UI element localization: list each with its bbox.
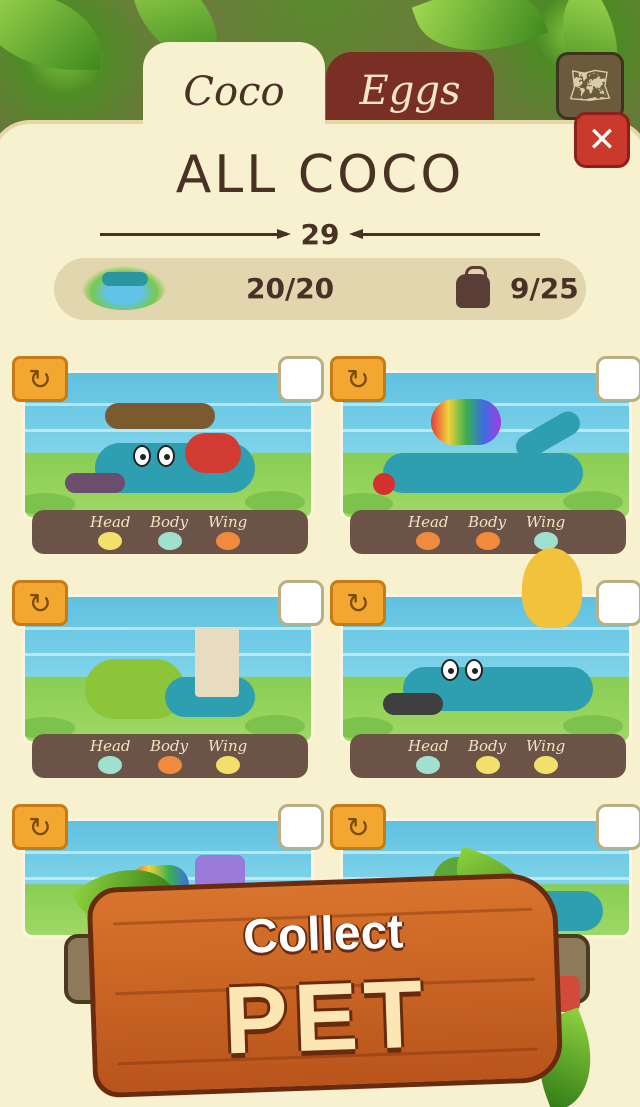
trait-wing-dot xyxy=(216,756,240,774)
trait-bar: Head Body Wing xyxy=(350,510,626,554)
trait-bar: Head Body Wing xyxy=(32,510,308,554)
capacity-bar: 20/20 9/25 xyxy=(54,258,586,320)
refresh-icon: ↻ xyxy=(346,586,370,620)
tab-eggs[interactable]: Eggs xyxy=(326,52,494,130)
trait-head-dot xyxy=(416,756,440,774)
total-count-row: 29 xyxy=(100,216,540,252)
trait-head-label: Head xyxy=(408,513,449,531)
refresh-button[interactable]: ↻ xyxy=(330,580,386,626)
refresh-icon: ↻ xyxy=(28,586,52,620)
refresh-icon: ↻ xyxy=(28,362,52,396)
trait-wing-label: Wing xyxy=(526,737,566,755)
yellow-flower xyxy=(522,548,582,628)
trait-head-label: Head xyxy=(90,513,131,531)
coco-icon xyxy=(102,272,148,286)
coco-card[interactable]: ↻ Head Body Wing xyxy=(12,580,324,780)
coco-card[interactable]: ↻ Head Body Wing xyxy=(330,580,640,780)
select-checkbox[interactable] xyxy=(278,804,324,850)
map-scroll-icon: 🗺 xyxy=(568,66,612,106)
map-button[interactable]: 🗺 xyxy=(556,52,624,120)
tab-coco-label: Coco xyxy=(183,69,285,115)
refresh-button[interactable]: ↻ xyxy=(330,804,386,850)
trait-body-dot xyxy=(476,756,500,774)
trait-body-label: Body xyxy=(468,513,507,531)
refresh-icon: ↻ xyxy=(346,362,370,396)
trait-wing-dot xyxy=(534,756,558,774)
refresh-icon: ↻ xyxy=(28,810,52,844)
divider-right xyxy=(349,228,540,239)
trait-wing-label: Wing xyxy=(208,737,248,755)
trait-head-label: Head xyxy=(408,737,449,755)
trait-head-dot xyxy=(416,532,440,550)
coco-capacity: 20/20 xyxy=(246,272,335,305)
trait-head-dot xyxy=(98,756,122,774)
trait-head-dot xyxy=(98,532,122,550)
coco-card[interactable]: ↻ Head Body Wing xyxy=(12,356,324,556)
refresh-button[interactable]: ↻ xyxy=(12,580,68,626)
refresh-icon: ↻ xyxy=(346,810,370,844)
bag-capacity: 9/25 xyxy=(510,272,579,305)
select-checkbox[interactable] xyxy=(596,804,640,850)
trait-wing-label: Wing xyxy=(526,513,566,531)
trait-body-label: Body xyxy=(150,513,189,531)
trait-body-label: Body xyxy=(468,737,507,755)
trait-body-dot xyxy=(158,532,182,550)
coco-card[interactable]: ↻ Head Body Wing xyxy=(330,356,640,556)
select-checkbox[interactable] xyxy=(596,580,640,626)
select-checkbox[interactable] xyxy=(278,580,324,626)
trait-wing-dot xyxy=(216,532,240,550)
trait-body-dot xyxy=(476,532,500,550)
banner-line2: PET xyxy=(221,960,431,1075)
trait-bar: Head Body Wing xyxy=(350,734,626,778)
divider-left xyxy=(100,228,291,239)
total-count: 29 xyxy=(300,217,340,251)
select-checkbox[interactable] xyxy=(278,356,324,402)
collect-pet-banner: Collect PET xyxy=(86,871,564,1099)
trait-head-label: Head xyxy=(90,737,131,755)
refresh-button[interactable]: ↻ xyxy=(12,356,68,402)
trait-wing-label: Wing xyxy=(208,513,248,531)
trait-body-dot xyxy=(158,756,182,774)
tab-coco[interactable]: Coco xyxy=(143,42,325,142)
tab-eggs-label: Eggs xyxy=(359,68,461,114)
backpack-icon xyxy=(456,266,490,308)
select-checkbox[interactable] xyxy=(596,356,640,402)
trait-body-label: Body xyxy=(150,737,189,755)
refresh-button[interactable]: ↻ xyxy=(12,804,68,850)
page-title: ALL COCO xyxy=(175,145,465,205)
trait-bar: Head Body Wing xyxy=(32,734,308,778)
refresh-button[interactable]: ↻ xyxy=(330,356,386,402)
